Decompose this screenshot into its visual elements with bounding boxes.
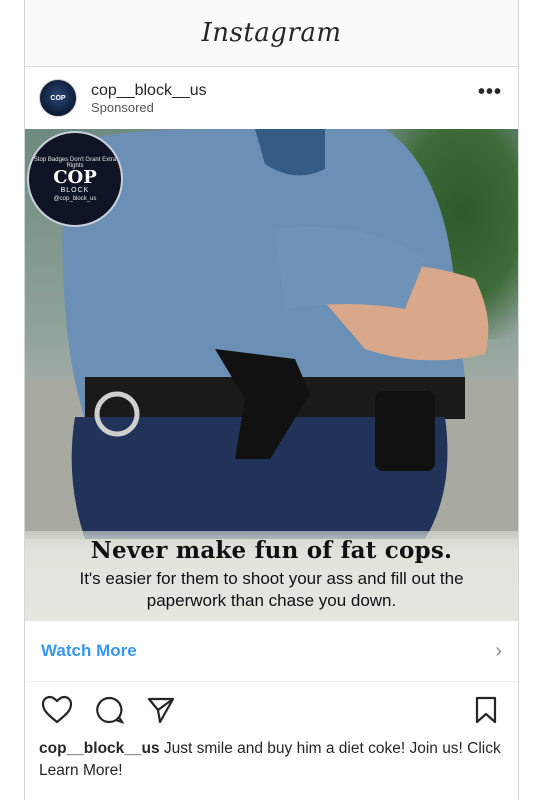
watch-more-button[interactable]: Watch More › [25,621,518,682]
avatar[interactable]: COP [39,79,77,117]
app-header: Instagram [25,0,518,67]
bookmark-icon[interactable] [468,692,504,728]
post-header: COP cop__block__us Sponsored ••• [25,67,518,129]
post-image[interactable]: Stop Badges Don't Grant Extra Rights COP… [25,129,518,621]
image-subline: It's easier for them to shoot your ass a… [79,569,464,610]
radio [375,391,435,471]
more-horizontal-icon[interactable]: ••• [478,82,502,102]
heart-icon[interactable] [39,692,75,728]
caption-username[interactable]: cop__block__us [39,740,160,757]
badge-subtitle: BLOCK [60,186,90,194]
watch-more-label: Watch More [41,641,137,660]
app-title: Instagram [201,18,342,48]
chevron-right-icon: › [495,639,502,662]
post-username[interactable]: cop__block__us [91,81,207,100]
post-caption: cop__block__us Just smile and buy him a … [25,738,518,782]
comment-icon[interactable] [91,692,127,728]
image-caption-band: Never make fun of fat cops. It's easier … [25,531,518,621]
instagram-frame: Instagram COP cop__block__us Sponsored •… [24,0,519,800]
post-actions [25,682,518,738]
avatar-text: COP [50,94,66,102]
badge-handle: @cop_block_us [53,195,97,202]
user-block: cop__block__us Sponsored [91,81,207,116]
badge-title: COP [53,166,97,188]
cop-block-badge: Stop Badges Don't Grant Extra Rights COP… [27,131,123,227]
share-icon[interactable] [143,692,179,728]
image-headline: Never make fun of fat cops. [90,537,453,564]
sponsored-label: Sponsored [91,99,154,115]
